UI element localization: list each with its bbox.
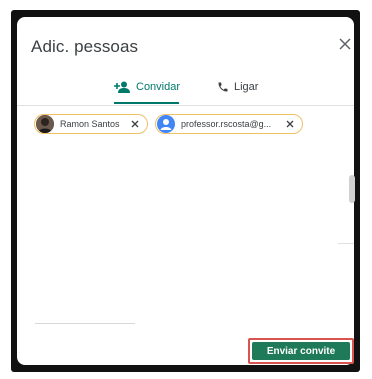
invitee-chip[interactable]: Ramon Santos [34,114,148,134]
active-tab-indicator [114,102,179,104]
invitee-chip[interactable]: professor.rscosta@g... [155,114,303,134]
phone-icon [217,81,229,93]
tab-bar: Convidar Ligar [17,71,354,105]
remove-invitee-button[interactable] [129,118,141,130]
add-person-icon [114,81,131,93]
scrollbar[interactable] [349,175,355,203]
remove-invitee-button[interactable] [284,118,296,130]
invitee-name: Ramon Santos [60,119,120,129]
dialog-title: Adic. pessoas [31,37,139,56]
invitee-email: professor.rscosta@g... [181,119,272,129]
close-icon [131,120,139,128]
tabs-divider [17,105,354,106]
add-people-dialog: Adic. pessoas Convidar Ligar Ramon Santo… [17,17,354,365]
send-invite-button[interactable]: Enviar convite [252,342,350,360]
tab-call[interactable]: Ligar [217,71,258,103]
photo-avatar [36,115,54,133]
close-icon [339,38,351,50]
tab-invite-label: Convidar [136,81,181,93]
invitee-chips: Ramon Santos professor.rscosta@g... [17,114,354,136]
default-person-avatar [157,115,175,133]
close-icon [286,120,294,128]
tab-call-label: Ligar [234,81,259,93]
faint-line [35,323,135,324]
right-divider [338,243,354,244]
close-button[interactable] [334,33,354,55]
tab-invite[interactable]: Convidar [114,71,180,103]
send-button-highlight: Enviar convite [248,338,354,364]
